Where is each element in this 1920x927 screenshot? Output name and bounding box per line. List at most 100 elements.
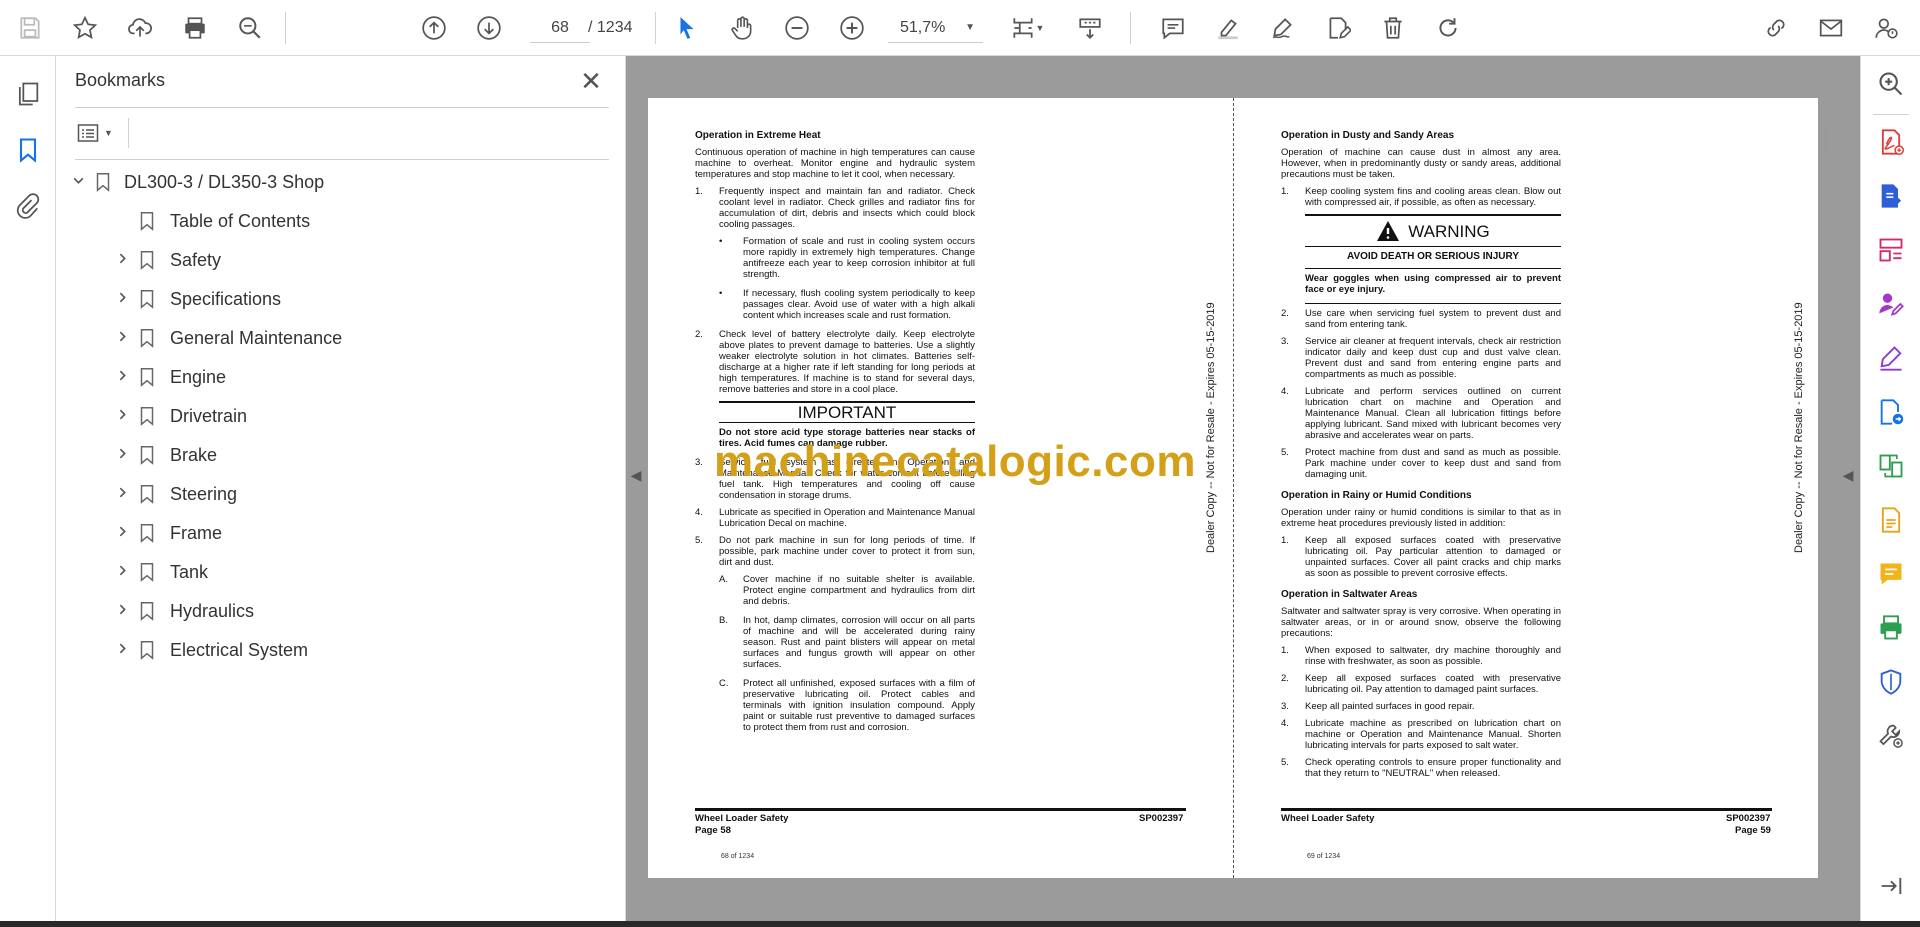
paragraph: Operation under rainy or humid condition… (1281, 507, 1561, 529)
side-stamp: Dealer Copy -- Not for Resale - Expires … (1205, 302, 1217, 553)
zoom-out-icon[interactable] (777, 8, 817, 48)
bookmark-item[interactable]: DL300-3 / DL350-3 Shop (68, 166, 324, 198)
close-icon[interactable]: ✕ (576, 66, 606, 96)
list-item: 1. When exposed to saltwater, dry machine… (1281, 645, 1561, 667)
delete-icon[interactable] (1373, 8, 1413, 48)
chevron-right-icon[interactable] (112, 252, 132, 268)
list-item: 1. Keep all exposed surfaces coated with … (1281, 535, 1561, 579)
comment-tool-icon[interactable] (1871, 554, 1911, 594)
chevron-down-icon: ▼ (965, 22, 975, 33)
send-for-review-icon[interactable] (1871, 392, 1911, 432)
chevron-right-icon[interactable] (112, 369, 132, 385)
chevron-right-icon[interactable] (112, 291, 132, 307)
expand-right-panel-icon[interactable]: ◀ (1838, 460, 1858, 490)
protect-icon[interactable] (1871, 662, 1911, 702)
rotate-icon[interactable] (1428, 8, 1468, 48)
bookmark-icon (132, 561, 162, 583)
bookmark-item[interactable]: Table of Contents (112, 205, 310, 237)
bookmark-icon (132, 249, 162, 271)
bookmark-icon (88, 171, 118, 193)
page-number-input[interactable]: 68 (530, 13, 590, 43)
toolbar-separator (285, 12, 286, 44)
chevron-right-icon[interactable] (112, 408, 132, 424)
bookmark-label: DL300-3 / DL350-3 Shop (124, 171, 325, 192)
export-pdf-icon[interactable] (1871, 176, 1911, 216)
page-up-icon[interactable] (414, 8, 454, 48)
bookmark-item[interactable]: Electrical System (112, 634, 308, 666)
toolbar-separator (1130, 12, 1131, 44)
zoom-search-icon[interactable] (230, 8, 270, 48)
bookmark-label: Specifications (170, 288, 282, 309)
footer-code: SP002397 (1139, 813, 1184, 824)
scan-ocr-icon[interactable] (1871, 500, 1911, 540)
select-cursor-icon[interactable] (667, 8, 707, 48)
attachments-icon[interactable] (8, 186, 48, 226)
print-production-icon[interactable] (1871, 608, 1911, 648)
paragraph: Continuous operation of machine in high … (695, 147, 975, 180)
fill-sign-icon[interactable] (1871, 338, 1911, 378)
comment-icon[interactable] (1153, 8, 1193, 48)
bookmark-options-button[interactable]: ▼ (76, 118, 126, 148)
divider (1873, 114, 1909, 115)
upload-icon[interactable] (120, 8, 160, 48)
mail-icon[interactable] (1811, 8, 1851, 48)
highlight-icon[interactable] (1208, 8, 1248, 48)
bookmark-item[interactable]: Safety (112, 244, 221, 276)
chevron-right-icon[interactable] (112, 330, 132, 346)
bookmark-item[interactable]: Brake (112, 439, 217, 471)
hand-icon[interactable] (722, 8, 762, 48)
bookmark-item[interactable]: Tank (112, 556, 208, 588)
bookmark-item[interactable]: Specifications (112, 283, 281, 315)
zoom-icon[interactable] (1871, 64, 1911, 104)
bookmark-item[interactable]: Engine (112, 361, 226, 393)
bookmark-icon (132, 366, 162, 388)
request-signatures-icon[interactable] (1871, 284, 1911, 324)
edit-text-icon[interactable] (1318, 8, 1358, 48)
bookmark-label: Electrical System (170, 639, 309, 660)
main-toolbar: 68 / 1234 51,7% ▼ ▼ (0, 0, 1920, 56)
bookmark-item[interactable]: Drivetrain (112, 400, 247, 432)
chevron-right-icon[interactable] (112, 525, 132, 541)
list-item: 3. Service air cleaner at frequent interv… (1281, 336, 1561, 380)
footer-rule (1281, 808, 1772, 811)
print-icon[interactable] (175, 8, 215, 48)
zoom-select[interactable]: 51,7% ▼ (888, 13, 983, 43)
left-page-content: Operation in Extreme Heat Continuous ope… (695, 130, 975, 741)
bookmark-item[interactable]: Hydraulics (112, 595, 254, 627)
list-item: 4. Lubricate as specified in Operation an… (695, 507, 975, 529)
bookmark-item[interactable]: Frame (112, 517, 222, 549)
save-icon[interactable] (10, 8, 50, 48)
sign-icon[interactable] (1263, 8, 1303, 48)
organize-pages-icon[interactable] (1871, 230, 1911, 270)
zoom-in-icon[interactable] (832, 8, 872, 48)
chevron-down-icon[interactable] (68, 174, 88, 190)
collapse-left-panel-icon[interactable]: ◀ (626, 460, 646, 490)
chevron-right-icon[interactable] (112, 447, 132, 463)
scroll-mode-icon[interactable] (1070, 8, 1110, 48)
vertical-scrollbar[interactable] (1824, 130, 1828, 154)
page-thumbnails-icon[interactable] (8, 74, 48, 114)
more-tools-icon[interactable] (1871, 716, 1911, 756)
chevron-right-icon[interactable] (112, 486, 132, 502)
collapse-tools-icon[interactable] (1871, 866, 1911, 906)
bookmark-label: Tank (170, 561, 209, 582)
bookmark-item[interactable]: Steering (112, 478, 237, 510)
star-icon[interactable] (65, 8, 105, 48)
chevron-right-icon[interactable] (112, 642, 132, 658)
page-down-icon[interactable] (469, 8, 509, 48)
footer-title: Wheel Loader Safety (695, 813, 789, 824)
compare-files-icon[interactable] (1871, 446, 1911, 486)
notice-rule (1305, 268, 1561, 269)
bookmark-icon (132, 522, 162, 544)
chevron-right-icon[interactable] (112, 603, 132, 619)
bookmarks-panel-icon[interactable] (8, 130, 48, 170)
account-icon[interactable] (1866, 8, 1906, 48)
share-link-icon[interactable] (1756, 8, 1796, 48)
notice-rule (719, 422, 975, 423)
chevron-down-icon[interactable]: ▼ (1030, 8, 1050, 48)
bookmark-item[interactable]: General Maintenance (112, 322, 342, 354)
chevron-right-icon[interactable] (112, 564, 132, 580)
warning-icon (1377, 221, 1400, 241)
list-item: 5. Do not park machine in sun for long pe… (695, 535, 975, 568)
create-pdf-icon[interactable] (1871, 122, 1911, 162)
